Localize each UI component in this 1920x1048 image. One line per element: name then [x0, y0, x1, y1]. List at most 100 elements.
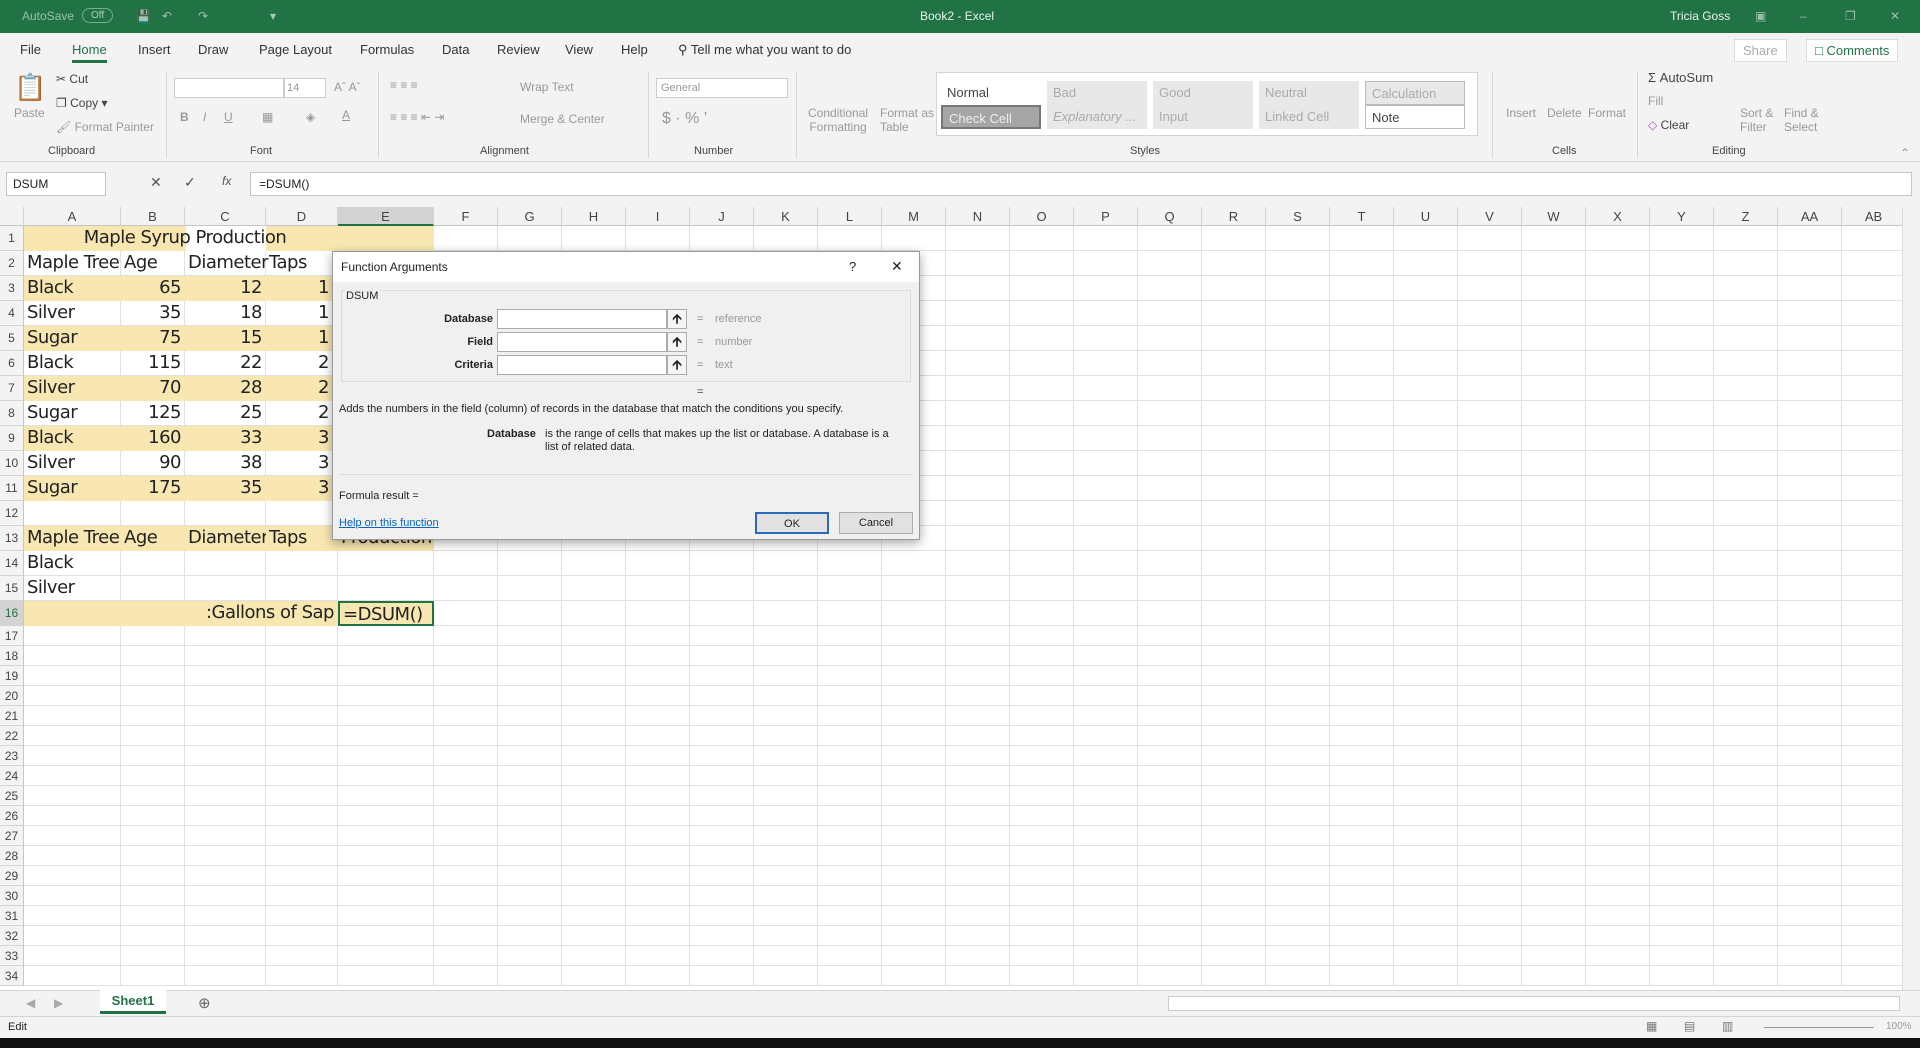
- cell-AB19[interactable]: [1842, 666, 1906, 686]
- cell-M25[interactable]: [882, 786, 946, 806]
- cell-Q33[interactable]: [1138, 946, 1202, 966]
- cell-P9[interactable]: [1074, 426, 1138, 451]
- cell-P12[interactable]: [1074, 501, 1138, 526]
- cell-P25[interactable]: [1074, 786, 1138, 806]
- cell-S7[interactable]: [1266, 376, 1330, 401]
- paste-icon[interactable]: 📋: [14, 72, 46, 103]
- cell-Q28[interactable]: [1138, 846, 1202, 866]
- cell-F20[interactable]: [434, 686, 498, 706]
- cell-A2[interactable]: Maple Tree: [24, 251, 121, 276]
- cell-N24[interactable]: [946, 766, 1010, 786]
- cell-Q7[interactable]: [1138, 376, 1202, 401]
- cell-P22[interactable]: [1074, 726, 1138, 746]
- cell-Z28[interactable]: [1714, 846, 1778, 866]
- cell-Z9[interactable]: [1714, 426, 1778, 451]
- cell-Z2[interactable]: [1714, 251, 1778, 276]
- cell-N28[interactable]: [946, 846, 1010, 866]
- cell-T34[interactable]: [1330, 966, 1394, 986]
- cell-Y34[interactable]: [1650, 966, 1714, 986]
- cell-K17[interactable]: [754, 626, 818, 646]
- cell-O20[interactable]: [1010, 686, 1074, 706]
- cell-U10[interactable]: [1394, 451, 1458, 476]
- cell-O29[interactable]: [1010, 866, 1074, 886]
- row-header-33[interactable]: 33: [0, 946, 24, 966]
- cell-W30[interactable]: [1522, 886, 1586, 906]
- cell-N32[interactable]: [946, 926, 1010, 946]
- cell-R11[interactable]: [1202, 476, 1266, 501]
- cell-O19[interactable]: [1010, 666, 1074, 686]
- cell-D18[interactable]: [266, 646, 338, 666]
- cell-C29[interactable]: [185, 866, 266, 886]
- row-header-14[interactable]: 14: [0, 551, 24, 576]
- cell-A8[interactable]: Sugar: [24, 401, 121, 426]
- cell-P19[interactable]: [1074, 666, 1138, 686]
- cell-V5[interactable]: [1458, 326, 1522, 351]
- cell-X21[interactable]: [1586, 706, 1650, 726]
- cell-U13[interactable]: [1394, 526, 1458, 551]
- cell-Z18[interactable]: [1714, 646, 1778, 666]
- cell-X12[interactable]: [1586, 501, 1650, 526]
- cell-N2[interactable]: [946, 251, 1010, 276]
- cell-O31[interactable]: [1010, 906, 1074, 926]
- cell-Y14[interactable]: [1650, 551, 1714, 576]
- style-input[interactable]: Input: [1153, 105, 1253, 129]
- cell-T4[interactable]: [1330, 301, 1394, 326]
- cell-J22[interactable]: [690, 726, 754, 746]
- cell-S16[interactable]: [1266, 601, 1330, 626]
- cell-AB13[interactable]: [1842, 526, 1906, 551]
- cell-Q24[interactable]: [1138, 766, 1202, 786]
- cell-X25[interactable]: [1586, 786, 1650, 806]
- cell-H34[interactable]: [562, 966, 626, 986]
- cell-O3[interactable]: [1010, 276, 1074, 301]
- cell-M24[interactable]: [882, 766, 946, 786]
- cell-F24[interactable]: [434, 766, 498, 786]
- cell-V13[interactable]: [1458, 526, 1522, 551]
- page-break-view-icon[interactable]: ▥: [1722, 1019, 1733, 1033]
- cell-W25[interactable]: [1522, 786, 1586, 806]
- cell-D21[interactable]: [266, 706, 338, 726]
- cell-B2[interactable]: Age: [121, 251, 185, 276]
- cell-K24[interactable]: [754, 766, 818, 786]
- cell-Y25[interactable]: [1650, 786, 1714, 806]
- cell-Q26[interactable]: [1138, 806, 1202, 826]
- cell-J27[interactable]: [690, 826, 754, 846]
- normal-view-icon[interactable]: ▦: [1646, 1019, 1657, 1033]
- cell-M31[interactable]: [882, 906, 946, 926]
- cell-AB11[interactable]: [1842, 476, 1906, 501]
- cell-T14[interactable]: [1330, 551, 1394, 576]
- cell-R2[interactable]: [1202, 251, 1266, 276]
- cell-V28[interactable]: [1458, 846, 1522, 866]
- cell-W14[interactable]: [1522, 551, 1586, 576]
- cell-U19[interactable]: [1394, 666, 1458, 686]
- column-header-r[interactable]: R: [1202, 207, 1266, 226]
- cell-H27[interactable]: [562, 826, 626, 846]
- cell-U24[interactable]: [1394, 766, 1458, 786]
- cell-AA16[interactable]: [1778, 601, 1842, 626]
- cell-P30[interactable]: [1074, 886, 1138, 906]
- cell-H1[interactable]: [562, 226, 626, 251]
- cell-Y15[interactable]: [1650, 576, 1714, 601]
- cell-T9[interactable]: [1330, 426, 1394, 451]
- column-header-w[interactable]: W: [1522, 207, 1586, 226]
- cell-B24[interactable]: [121, 766, 185, 786]
- cell-T24[interactable]: [1330, 766, 1394, 786]
- cell-X2[interactable]: [1586, 251, 1650, 276]
- cell-J32[interactable]: [690, 926, 754, 946]
- cell-U20[interactable]: [1394, 686, 1458, 706]
- cell-D23[interactable]: [266, 746, 338, 766]
- field-input[interactable]: [497, 332, 667, 352]
- cell-C21[interactable]: [185, 706, 266, 726]
- cell-O24[interactable]: [1010, 766, 1074, 786]
- cell-X13[interactable]: [1586, 526, 1650, 551]
- cell-C17[interactable]: [185, 626, 266, 646]
- cell-E28[interactable]: [338, 846, 434, 866]
- cell-Z11[interactable]: [1714, 476, 1778, 501]
- cell-AA34[interactable]: [1778, 966, 1842, 986]
- column-header-k[interactable]: K: [754, 207, 818, 226]
- cell-C3[interactable]: 12: [185, 276, 266, 301]
- cell-R3[interactable]: [1202, 276, 1266, 301]
- cell-X28[interactable]: [1586, 846, 1650, 866]
- cell-U28[interactable]: [1394, 846, 1458, 866]
- cell-W2[interactable]: [1522, 251, 1586, 276]
- minimize-icon[interactable]: –: [1800, 9, 1807, 23]
